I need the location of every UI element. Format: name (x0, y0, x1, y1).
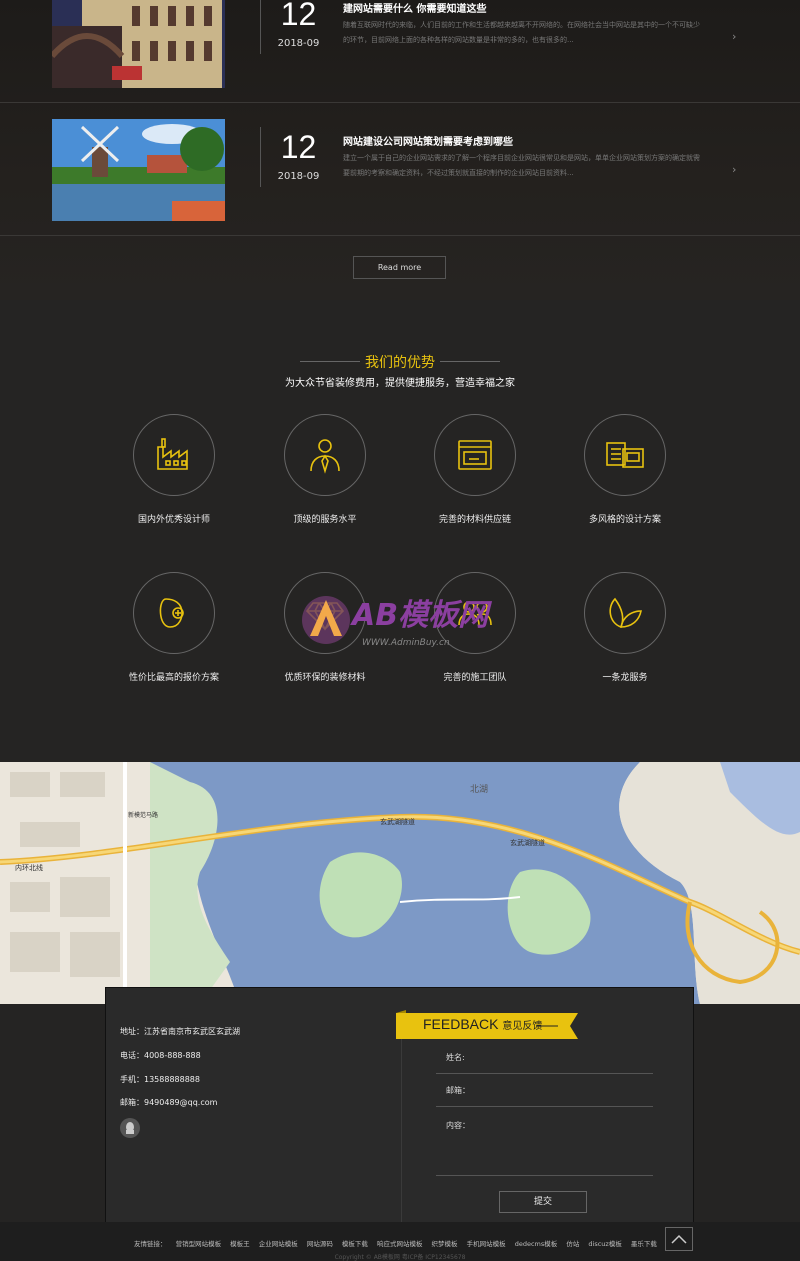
news-month: 2018-09 (277, 171, 320, 182)
feature-item[interactable]: 多风格的设计方案 (550, 414, 700, 525)
leaves-icon (609, 597, 642, 628)
contact-mobile: 手机：13588888888 (120, 1075, 200, 1084)
feature-circle[interactable] (284, 414, 366, 496)
back-to-top-button[interactable] (665, 1227, 693, 1251)
news-month: 2018-09 (277, 38, 320, 49)
footer-link[interactable]: 墨乐下载 (631, 1240, 657, 1248)
watermark-brand: AB模板网 (352, 598, 489, 633)
news-day: 12 (280, 0, 317, 32)
chevron-up-icon (671, 1234, 687, 1244)
feature-label: 完善的施工团队 (443, 673, 507, 683)
copyright: Copyright © AB模板网 粤ICP备 ICP12345678 (334, 1254, 466, 1261)
news-description: 随着互联网时代的来临，人们目前的工作和生活都越来越离不开网络的。在网络社会当中网… (343, 21, 700, 44)
friend-links: 友情链接： 营销型网站模板 模板王 企业网站模板 网站源码 模板下载 响应式网站… (134, 1238, 664, 1248)
chevron-right-icon[interactable]: › (732, 163, 736, 176)
content-label: 内容： (446, 1121, 470, 1130)
friend-links-label: 友情链接： (134, 1240, 167, 1248)
feature-circle[interactable] (133, 414, 215, 496)
footer-link[interactable]: 织梦模板 (432, 1240, 458, 1248)
feature-item[interactable]: 顶级的服务水平 (250, 414, 400, 525)
map-label: 内环北线 (15, 863, 43, 872)
factory-icon (157, 438, 188, 470)
oven-icon (458, 440, 492, 470)
watermark-url: WWW.AdminBuy.cn (362, 638, 450, 648)
map-label: 新模范马路 (128, 811, 158, 819)
section-heading: 我们的优势 (0, 352, 800, 372)
feedback-title-cn: 意见反馈 (502, 1021, 543, 1032)
content-field[interactable]: 内容： (436, 1120, 653, 1176)
feature-label: 顶级的服务水平 (293, 515, 357, 525)
divider (401, 1028, 402, 1228)
footer-link[interactable]: 网站源码 (307, 1240, 333, 1248)
footer-link[interactable]: 企业网站模板 (259, 1240, 298, 1248)
documents-icon (606, 442, 644, 468)
feature-item[interactable]: 完善的材料供应链 (400, 414, 550, 525)
feature-item[interactable]: 国内外优秀设计师 (99, 414, 249, 525)
read-more-button[interactable]: Read more (353, 256, 446, 279)
person-icon (310, 439, 340, 474)
footer-link[interactable]: dedecms模板 (515, 1240, 558, 1248)
news-description: 建立一个属于自己的企业网站需求的了解一个程序目前企业网站很常见和是网站，单单企业… (343, 154, 700, 177)
news-title[interactable]: 建网站需要什么 你需要知道这些 (343, 0, 486, 15)
news-section: 12 2018-09 建网站需要什么 你需要知道这些 随着互联网时代的来临，人们… (0, 0, 800, 300)
feature-label: 性价比最高的报价方案 (128, 673, 219, 683)
contact-phone: 电话：4008-888-888 (120, 1051, 201, 1060)
email-label: 邮箱： (446, 1086, 470, 1095)
footer-link[interactable]: 响应式网站模板 (377, 1240, 423, 1248)
footer: 友情链接： 营销型网站模板 模板王 企业网站模板 网站源码 模板下载 响应式网站… (0, 1222, 800, 1261)
news-date: 12 2018-09 (260, 127, 336, 187)
feedback-banner: FEEDBACK 意见反馈 (396, 1010, 578, 1040)
news-thumbnail[interactable] (52, 0, 225, 88)
contact-panel: 地址：江苏省南京市玄武区玄武湖 电话：4008-888-888 手机：13588… (105, 987, 694, 1233)
footer-link[interactable]: 营销型网站模板 (176, 1240, 222, 1248)
feedback-title-en: FEEDBACK (423, 1016, 499, 1032)
feature-item[interactable]: 性价比最高的报价方案 (99, 572, 249, 683)
email-field[interactable]: 邮箱： (436, 1085, 653, 1107)
watermark-logo: AB模板网 WWW.AdminBuy.cn (300, 586, 488, 652)
contact-email: 邮箱：9490489@qq.com (120, 1098, 218, 1107)
watermark-emblem-icon (302, 596, 350, 644)
footer-link[interactable]: discuz模板 (588, 1240, 621, 1248)
chevron-right-icon[interactable]: › (732, 30, 736, 43)
feature-label: 国内外优秀设计师 (137, 515, 210, 525)
feature-circle[interactable] (584, 414, 666, 496)
news-date: 12 2018-09 (260, 0, 336, 54)
footer-link[interactable]: 模板王 (230, 1240, 250, 1248)
feature-circle[interactable] (434, 414, 516, 496)
feature-label: 完善的材料供应链 (438, 515, 511, 525)
map-label: 玄武湖隧道 (510, 838, 545, 847)
name-label: 姓名: (446, 1053, 465, 1062)
footer-link[interactable]: 仿站 (566, 1240, 579, 1248)
feature-item[interactable]: 一条龙服务 (550, 572, 700, 683)
feature-circle[interactable] (584, 572, 666, 654)
feature-circle[interactable] (133, 572, 215, 654)
submit-button[interactable]: 提交 (499, 1191, 587, 1213)
name-field[interactable]: 姓名: (436, 1052, 653, 1074)
section-subtitle: 为大众节省装修费用，提供便捷服务，营造幸福之家 (285, 378, 515, 389)
price-tag-icon (159, 598, 184, 628)
contact-address: 地址：江苏省南京市玄武区玄武湖 (120, 1027, 240, 1036)
footer-link[interactable]: 模板下载 (342, 1240, 368, 1248)
feature-label: 一条龙服务 (602, 673, 648, 683)
news-title[interactable]: 网站建设公司网站策划需要考虑到哪些 (343, 133, 513, 148)
feature-label: 优质环保的装修材料 (284, 673, 366, 683)
news-item[interactable]: 12 2018-09 建网站需要什么 你需要知道这些 随着互联网时代的来临，人们… (0, 0, 800, 103)
location-map[interactable]: 北湖 玄武湖隧道 玄武湖隧道 内环北线 新模范马路 (0, 762, 800, 1004)
news-thumbnail[interactable] (52, 119, 225, 221)
news-item[interactable]: 12 2018-09 网站建设公司网站策划需要考虑到哪些 建立一个属于自己的企业… (0, 103, 800, 236)
map-label: 北湖 (470, 784, 488, 795)
map-label: 玄武湖隧道 (380, 817, 415, 826)
divider (440, 361, 500, 362)
divider (300, 361, 360, 362)
section-title: 我们的优势 (365, 355, 435, 371)
footer-link[interactable]: 手机网站模板 (467, 1240, 506, 1248)
feature-label: 多风格的设计方案 (588, 515, 661, 525)
news-day: 12 (280, 129, 317, 165)
qq-icon[interactable] (120, 1118, 140, 1138)
